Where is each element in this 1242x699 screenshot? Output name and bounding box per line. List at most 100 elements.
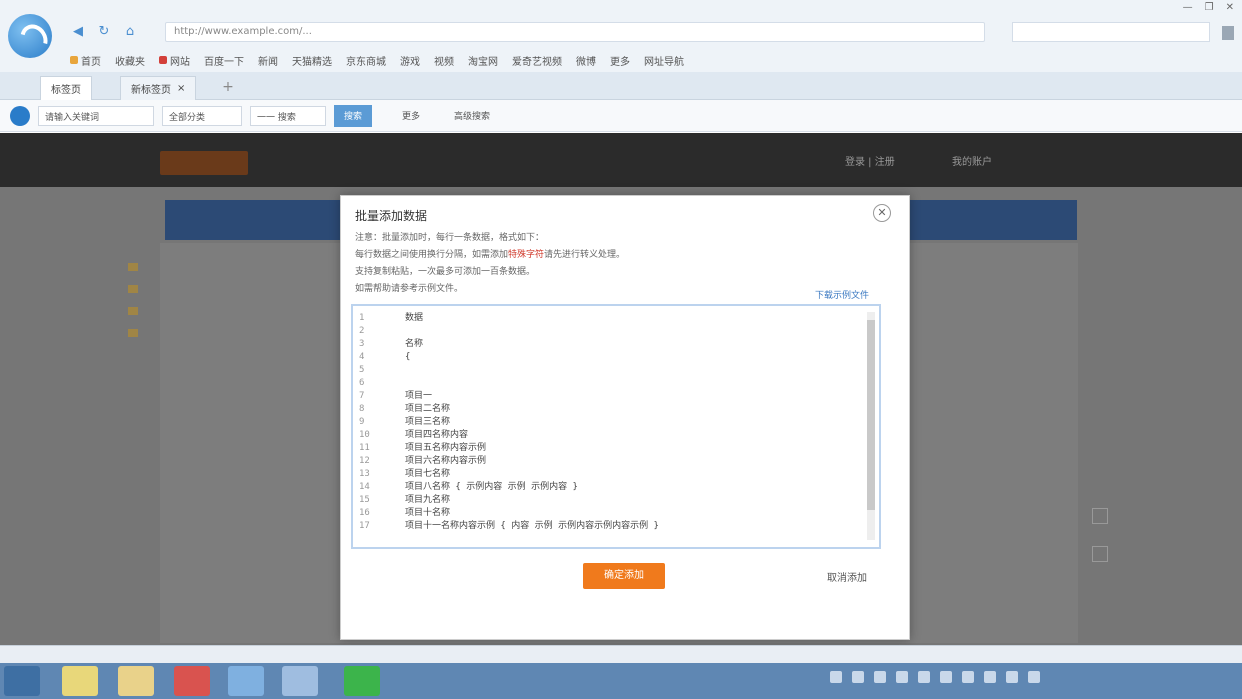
toolbar-search-button[interactable]: 搜索: [334, 104, 373, 127]
line-text: 项目八名称 { 示例内容 示例 示例内容 }: [405, 482, 578, 492]
code-line: 15 项目九名称: [359, 494, 659, 507]
toolbar-field-select[interactable]: 一一 搜索: [250, 105, 326, 126]
bookmark-item[interactable]: 天猫精选: [292, 53, 332, 68]
code-line: 16 项目十名称: [359, 507, 659, 520]
line-number: 10: [359, 430, 370, 440]
browser-titlebar: ◀ ↻ ⌂ http://www.example.com/... — ❐ ✕: [0, 0, 1242, 48]
nav-buttons: ◀ ↻ ⌂: [70, 24, 138, 40]
tab-bar: 标签页 新标签页 × +: [0, 72, 1242, 100]
bookmark-item[interactable]: 微博: [576, 53, 596, 68]
browser-app-icon[interactable]: [228, 666, 264, 696]
tray-icon[interactable]: [874, 671, 886, 683]
batch-input-textarea[interactable]: 1 数据 2 3 名称 4{5 6 7 项目一 8 项目二名称 9 项目三名称 10 项目四名称内容 11 项目…: [351, 304, 881, 549]
taskbar-app-icon[interactable]: [282, 666, 318, 696]
scrollbar[interactable]: [867, 312, 875, 540]
line-number: 1: [359, 313, 365, 323]
widget-icon[interactable]: [1092, 546, 1108, 562]
system-clock[interactable]: [1186, 667, 1234, 695]
toolbar-field-category[interactable]: 全部分类: [162, 105, 242, 126]
line-number: 15: [359, 495, 370, 505]
cancel-add-link[interactable]: 取消添加: [827, 569, 867, 584]
confirm-add-button[interactable]: 确定添加: [583, 563, 665, 589]
line-number: 12: [359, 456, 370, 466]
widget-icon[interactable]: [1092, 508, 1108, 524]
bookmark-item[interactable]: 爱奇艺视频: [512, 53, 562, 68]
tray-icon[interactable]: [830, 671, 842, 683]
bookmark-item[interactable]: 收藏夹: [115, 53, 145, 68]
line-number: 2: [359, 326, 365, 336]
line-text: 项目九名称: [405, 495, 451, 505]
code-line: 6: [359, 377, 659, 390]
bookmark-item[interactable]: 视频: [434, 53, 454, 68]
line-number: 7: [359, 391, 365, 401]
close-window-button[interactable]: ✕: [1226, 2, 1234, 13]
scroll-thumb[interactable]: [867, 320, 875, 510]
bookmark-item[interactable]: 新闻: [258, 53, 278, 68]
marker-icon: [128, 307, 138, 315]
marker-icon: [128, 263, 138, 271]
line-number: 16: [359, 508, 370, 518]
start-button[interactable]: [4, 666, 40, 696]
login-link[interactable]: 登录 | 注册: [845, 153, 895, 168]
tray-icon[interactable]: [1028, 671, 1040, 683]
tab-inactive[interactable]: 新标签页 ×: [120, 76, 197, 100]
chat-app-icon[interactable]: [344, 666, 380, 696]
address-bar[interactable]: http://www.example.com/...: [165, 22, 985, 42]
new-tab-icon[interactable]: +: [220, 80, 236, 96]
download-sample-link[interactable]: 下载示例文件: [815, 288, 869, 301]
bookmark-item[interactable]: 京东商城: [346, 53, 386, 68]
bookmark-item[interactable]: 淘宝网: [468, 53, 498, 68]
marker-icon: [128, 285, 138, 293]
site-logo[interactable]: [160, 151, 248, 175]
bookmark-item[interactable]: 首页: [70, 53, 101, 68]
close-icon[interactable]: ✕: [873, 204, 891, 222]
bookmark-item[interactable]: 游戏: [400, 53, 420, 68]
tray-icon[interactable]: [940, 671, 952, 683]
line-text: 数据: [405, 313, 424, 323]
toolbar-field-keyword[interactable]: 请输入关键词: [38, 105, 154, 126]
extension-toolbar: 请输入关键词 全部分类 一一 搜索 搜索 更多 高级搜索: [0, 100, 1242, 132]
marker-icon: [128, 329, 138, 337]
line-number: 14: [359, 482, 370, 492]
tray-icon[interactable]: [852, 671, 864, 683]
bookmark-item[interactable]: 百度一下: [204, 53, 244, 68]
maximize-button[interactable]: ❐: [1205, 2, 1214, 13]
bookmark-item[interactable]: 网址导航: [644, 53, 684, 68]
folder-icon[interactable]: [118, 666, 154, 696]
tray-icon[interactable]: [918, 671, 930, 683]
site-header: 登录 | 注册 我的账户: [0, 133, 1242, 187]
highlight-text: 特殊字符: [508, 250, 545, 260]
tray-icon[interactable]: [896, 671, 908, 683]
tab-active[interactable]: 标签页: [40, 76, 92, 100]
menu-icon[interactable]: [1222, 26, 1234, 40]
code-line: 5: [359, 364, 659, 377]
bookmark-item[interactable]: 网站: [159, 53, 190, 68]
toolbar-advanced-link[interactable]: 高级搜索: [446, 106, 498, 125]
code-line: 12 项目六名称内容示例: [359, 455, 659, 468]
home-icon[interactable]: ⌂: [122, 24, 138, 40]
code-line: 9 项目三名称: [359, 416, 659, 429]
tray-icon[interactable]: [962, 671, 974, 683]
toolbar-more-link[interactable]: 更多: [394, 106, 428, 125]
tray-icon[interactable]: [1006, 671, 1018, 683]
code-line: 8 项目二名称: [359, 403, 659, 416]
code-line: 10 项目四名称内容: [359, 429, 659, 442]
bookmarks-bar: 首页 收藏夹 网站 百度一下 新闻 天猫精选 京东商城 游戏 视频 淘宝网 爱奇…: [0, 48, 1242, 72]
line-text: 名称: [405, 339, 424, 349]
code-line: 2: [359, 325, 659, 338]
minimize-button[interactable]: —: [1183, 2, 1193, 13]
browser-search-input[interactable]: [1012, 22, 1210, 42]
tray-icon[interactable]: [984, 671, 996, 683]
code-lines: 1 数据 2 3 名称 4{5 6 7 项目一 8 项目二名称 9 项目三名称 10 项目四名称内容 11 项目…: [359, 312, 659, 533]
code-line: 13 项目七名称: [359, 468, 659, 481]
line-number: 3: [359, 339, 365, 349]
account-link[interactable]: 我的账户: [952, 153, 992, 168]
tab-close-icon[interactable]: ×: [177, 83, 185, 94]
taskbar-app-icon[interactable]: [62, 666, 98, 696]
browser-app-icon[interactable]: [174, 666, 210, 696]
bookmark-item[interactable]: 更多: [610, 53, 630, 68]
window-controls: — ❐ ✕: [1183, 2, 1234, 13]
extension-icon[interactable]: [10, 105, 30, 126]
refresh-icon[interactable]: ↻: [96, 24, 112, 40]
back-icon[interactable]: ◀: [70, 24, 86, 40]
